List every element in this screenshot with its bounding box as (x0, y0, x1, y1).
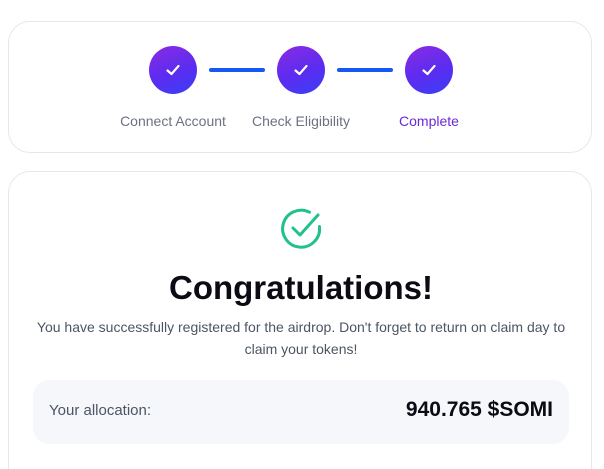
success-message-line-2: claim your tokens! (244, 341, 358, 357)
progress-stepper: Connect Account Check Eligibility Comple… (8, 21, 592, 153)
allocation-value: 940.765 $SOMI (405, 398, 553, 421)
step-3-label: Complete (399, 113, 459, 129)
registration-result-card: Congratulations! You have successfully r… (8, 171, 592, 469)
step-connector-1 (209, 68, 265, 72)
allocation-label: Your allocation: (49, 402, 152, 419)
step-3-circle (405, 46, 453, 94)
congratulations-title: Congratulations! (169, 269, 433, 306)
airdrop-page: Connect Account Check Eligibility Comple… (0, 0, 604, 469)
check-circle-icon (281, 208, 322, 249)
check-icon (166, 64, 180, 76)
success-message: You have successfully registered for the… (33, 316, 569, 360)
success-message-line-1: You have successfully registered for the… (36, 319, 566, 335)
step-2-circle (277, 46, 325, 94)
check-icon (294, 64, 308, 76)
step-connector-2 (337, 68, 393, 72)
step-1-circle (149, 46, 197, 94)
check-icon (422, 64, 436, 76)
allocation-box: Your allocation: 940.765 $SOMI (33, 380, 569, 444)
